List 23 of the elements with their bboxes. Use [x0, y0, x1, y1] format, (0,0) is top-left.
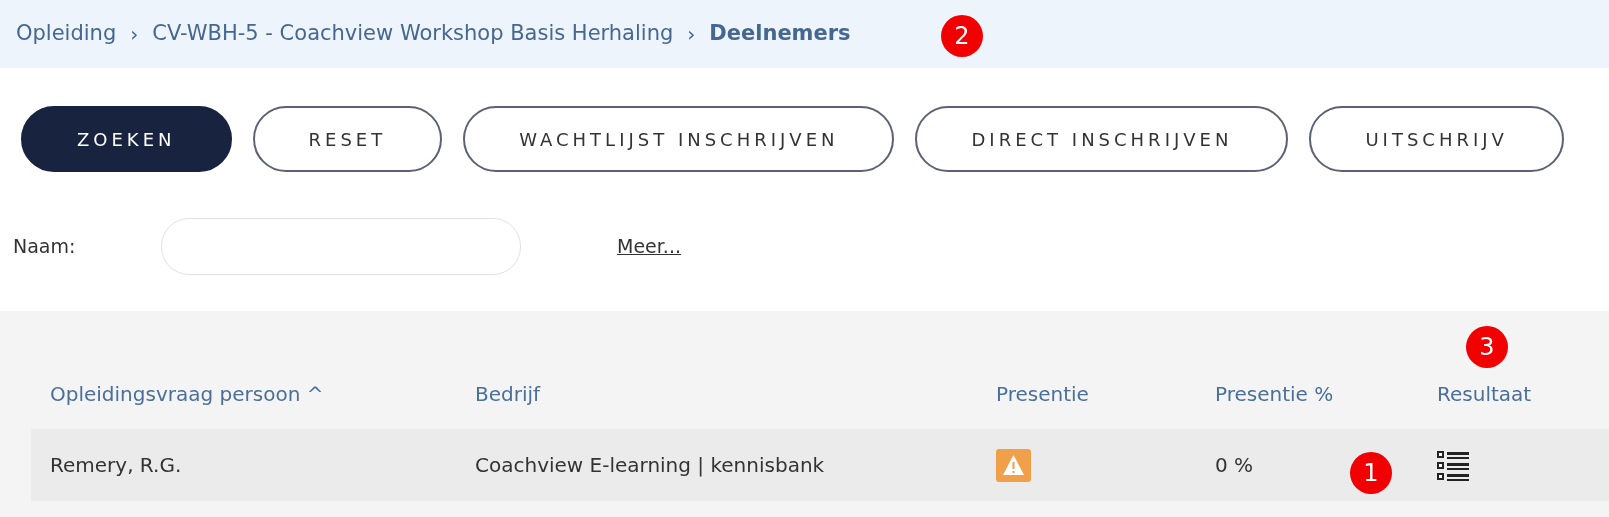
column-header[interactable]: Bedrijf [475, 382, 541, 406]
column-header[interactable]: Presentie % [1215, 382, 1334, 406]
breadcrumb-link[interactable]: Opleiding [16, 18, 117, 50]
table-cell: Remery, R.G. [50, 453, 182, 477]
action-button[interactable]: RESET [252, 106, 443, 172]
more-link[interactable]: Meer... [617, 231, 681, 261]
action-button[interactable]: WACHTLIJST INSCHRIJVEN [463, 106, 895, 172]
field-label: Naam: [13, 233, 77, 259]
breadcrumb-separator: › [687, 21, 696, 48]
breadcrumb-link[interactable]: CV-WBH-5 - Coachview Workshop Basis Herhaling [152, 18, 674, 50]
column-header[interactable]: Resultaat [1437, 382, 1532, 406]
table-cell: Coachview E-learning | kennisbank [475, 453, 825, 477]
action-button[interactable]: DIRECT INSCHRIJVEN [915, 106, 1289, 172]
list-icon[interactable] [1437, 450, 1469, 481]
breadcrumb-separator: › [130, 21, 139, 48]
breadcrumb-current: Deelnemers [709, 20, 851, 48]
column-header[interactable]: Presentie [996, 382, 1089, 406]
table-cell: 0 % [1215, 453, 1254, 477]
search-button[interactable]: ZOEKEN [21, 106, 232, 172]
name-input-field[interactable] [161, 217, 521, 275]
column-header[interactable]: Opleidingsvraag persoon ^ [50, 382, 324, 406]
warning-icon[interactable] [996, 448, 1031, 482]
action-button[interactable]: UITSCHRIJV [1309, 106, 1564, 172]
